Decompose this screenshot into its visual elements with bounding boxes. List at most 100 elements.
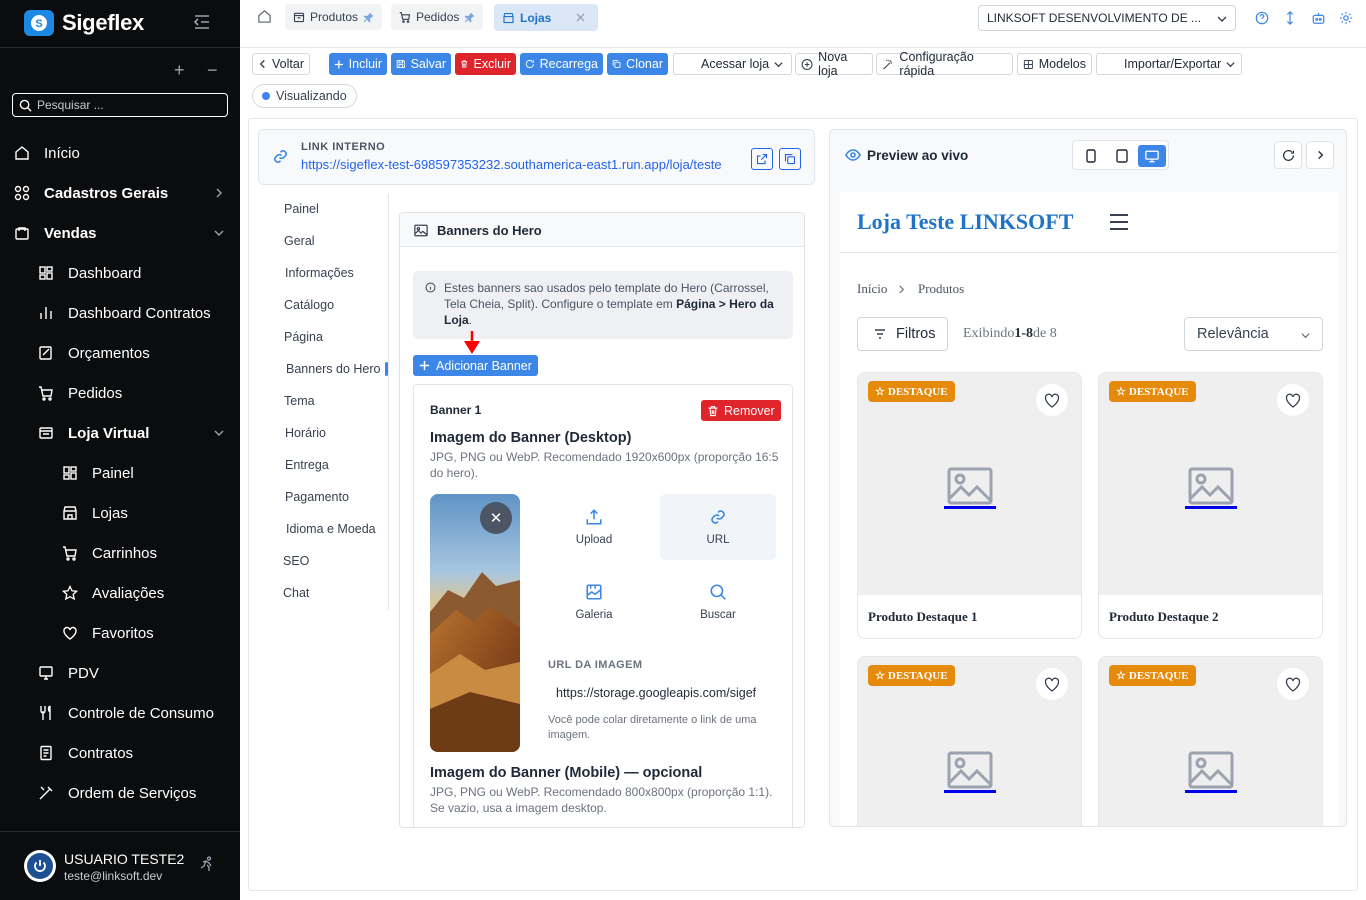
tablet-view-button[interactable] — [1108, 145, 1136, 167]
help-icon[interactable] — [1255, 11, 1269, 25]
upload-option[interactable]: Upload — [536, 494, 652, 560]
sidebar-item-carrinhos[interactable]: Carrinhos — [0, 533, 240, 573]
favorite-button[interactable] — [1036, 668, 1068, 700]
star-icon: ☆ — [1116, 386, 1126, 398]
sidebar-item-contratos[interactable]: Contratos — [0, 733, 240, 773]
sidebar-item-pdv[interactable]: PDV — [0, 653, 240, 693]
sidebar-item-loja-virtual[interactable]: Loja Virtual — [0, 413, 240, 453]
sort-vertical-icon[interactable] — [1285, 11, 1295, 25]
copy-link-button[interactable] — [779, 148, 801, 170]
bar-chart-icon — [40, 307, 52, 319]
sidebar-item-lojas[interactable]: Lojas — [0, 493, 240, 533]
subnav-seo[interactable]: SEO — [283, 554, 309, 568]
breadcrumb-products: Produtos — [918, 281, 965, 296]
delete-button[interactable]: Excluir — [455, 53, 516, 75]
gear-icon[interactable] — [1339, 11, 1353, 25]
image-url-field[interactable] — [548, 679, 778, 707]
sidebar-search-input[interactable] — [37, 98, 217, 112]
breadcrumb-home[interactable]: Início — [857, 281, 887, 297]
company-select[interactable]: LINKSOFT DESENVOLVIMENTO DE ... — [978, 5, 1236, 31]
subnav-catalogo[interactable]: Catálogo — [284, 298, 334, 312]
new-store-button[interactable]: Nova loja — [795, 50, 873, 78]
featured-badge: ☆ DESTAQUE — [1109, 665, 1196, 686]
open-link-button[interactable] — [751, 148, 773, 170]
reload-button[interactable]: Recarrega — [520, 53, 603, 75]
include-button[interactable]: Incluir — [329, 53, 387, 75]
sort-select[interactable]: Relevância — [1184, 317, 1323, 351]
menu-icon[interactable] — [1109, 213, 1129, 231]
favorite-button[interactable] — [1036, 384, 1068, 416]
subnav-pagamento[interactable]: Pagamento — [285, 490, 349, 504]
subnav-informacoes[interactable]: Informações — [285, 266, 354, 280]
subnav-tema[interactable]: Tema — [284, 394, 315, 408]
plus-circle-icon — [801, 58, 813, 70]
quick-config-button[interactable]: Configuração rápida — [876, 50, 1013, 78]
sidebar-item-orcamentos[interactable]: Orçamentos — [0, 333, 240, 373]
sidebar-item-ordem-servicos[interactable]: Ordem de Serviços — [0, 773, 240, 813]
subnav-horario[interactable]: Horário — [285, 426, 326, 440]
tab-pedidos[interactable]: Pedidos — [391, 4, 484, 30]
sidebar-item-controle-consumo[interactable]: Controle de Consumo — [0, 693, 240, 733]
logout-run-icon[interactable] — [199, 856, 215, 872]
pin-icon[interactable] — [464, 12, 475, 23]
access-store-button[interactable]: Acessar loja — [673, 53, 792, 75]
refresh-preview-button[interactable] — [1274, 141, 1302, 169]
subnav-chat[interactable]: Chat — [283, 586, 309, 600]
robot-icon[interactable] — [1311, 11, 1326, 25]
product-card[interactable]: ☆ DESTAQUE Produto Destaque 2 — [1098, 372, 1323, 639]
sidebar-item-inicio[interactable]: Início — [0, 133, 240, 173]
favorite-button[interactable] — [1277, 668, 1309, 700]
sidebar-item-pedidos[interactable]: Pedidos — [0, 373, 240, 413]
sidebar-item-cadastros[interactable]: Cadastros Gerais — [0, 173, 240, 213]
product-card[interactable]: ☆ DESTAQUE Produto Destaque 1 — [857, 372, 1082, 639]
subnav-geral[interactable]: Geral — [284, 234, 315, 248]
subnav-idioma-moeda[interactable]: Idioma e Moeda — [286, 522, 376, 536]
subnav-banners-hero[interactable]: Banners do Hero — [286, 362, 381, 376]
subnav-entrega[interactable]: Entrega — [285, 458, 329, 472]
save-button[interactable]: Salvar — [391, 53, 451, 75]
product-card[interactable]: ☆ DESTAQUE — [1098, 656, 1323, 826]
add-banner-button[interactable]: Adicionar Banner — [413, 355, 538, 376]
tab-produtos[interactable]: Produtos — [285, 4, 383, 30]
sidebar-item-dashboard[interactable]: Dashboard — [0, 253, 240, 293]
desktop-view-button[interactable] — [1138, 145, 1166, 167]
expand-preview-button[interactable] — [1306, 141, 1334, 169]
close-icon[interactable] — [576, 13, 585, 22]
link-label: LINK INTERNO — [301, 141, 386, 153]
home-icon[interactable] — [257, 9, 272, 24]
url-option[interactable]: URL — [660, 494, 776, 560]
logo-icon: S — [24, 10, 54, 36]
sidebar-item-avaliacoes[interactable]: Avaliações — [0, 573, 240, 613]
remove-image-button[interactable]: ✕ — [480, 502, 512, 534]
import-export-button[interactable]: Importar/Exportar — [1096, 53, 1242, 75]
sidebar-item-painel[interactable]: Painel — [0, 453, 240, 493]
plus-icon — [419, 360, 430, 371]
mobile-image-heading: Imagem do Banner (Mobile) — opcional — [430, 765, 703, 781]
search-option[interactable]: Buscar — [660, 569, 776, 635]
subnav-painel[interactable]: Painel — [284, 202, 319, 216]
pin-icon[interactable] — [363, 12, 374, 23]
sidebar-item-dashboard-contratos[interactable]: Dashboard Contratos — [0, 293, 240, 333]
logo[interactable]: S Sigeflex — [24, 10, 144, 36]
sidebar-search[interactable] — [12, 93, 228, 117]
remove-banner-button[interactable]: Remover — [701, 400, 781, 421]
trash-icon — [708, 405, 718, 416]
banner-card: Banner 1 Remover Imagem do Banner (Deskt… — [413, 384, 793, 827]
sidebar-item-vendas[interactable]: Vendas — [0, 213, 240, 253]
mobile-view-button[interactable] — [1077, 145, 1105, 167]
back-button[interactable]: Voltar — [252, 53, 310, 75]
collapse-sidebar-icon[interactable] — [193, 14, 211, 30]
filters-button[interactable]: Filtros — [857, 317, 948, 351]
clone-button[interactable]: Clonar — [607, 53, 668, 75]
product-card[interactable]: ☆ DESTAQUE — [857, 656, 1082, 826]
models-button[interactable]: Modelos — [1017, 53, 1092, 75]
gallery-option[interactable]: Galeria — [536, 569, 652, 635]
sidebar-item-favoritos[interactable]: Favoritos — [0, 613, 240, 653]
favorite-button[interactable] — [1277, 384, 1309, 416]
subnav-pagina[interactable]: Página — [284, 330, 323, 344]
image-url-input[interactable] — [556, 686, 756, 700]
tab-lojas[interactable]: Lojas — [494, 4, 598, 31]
expand-all-icon[interactable]: + — [174, 60, 185, 81]
internal-link-url[interactable]: https://sigeflex-test-698597353232.south… — [301, 157, 722, 172]
collapse-all-icon[interactable]: − — [207, 60, 218, 81]
